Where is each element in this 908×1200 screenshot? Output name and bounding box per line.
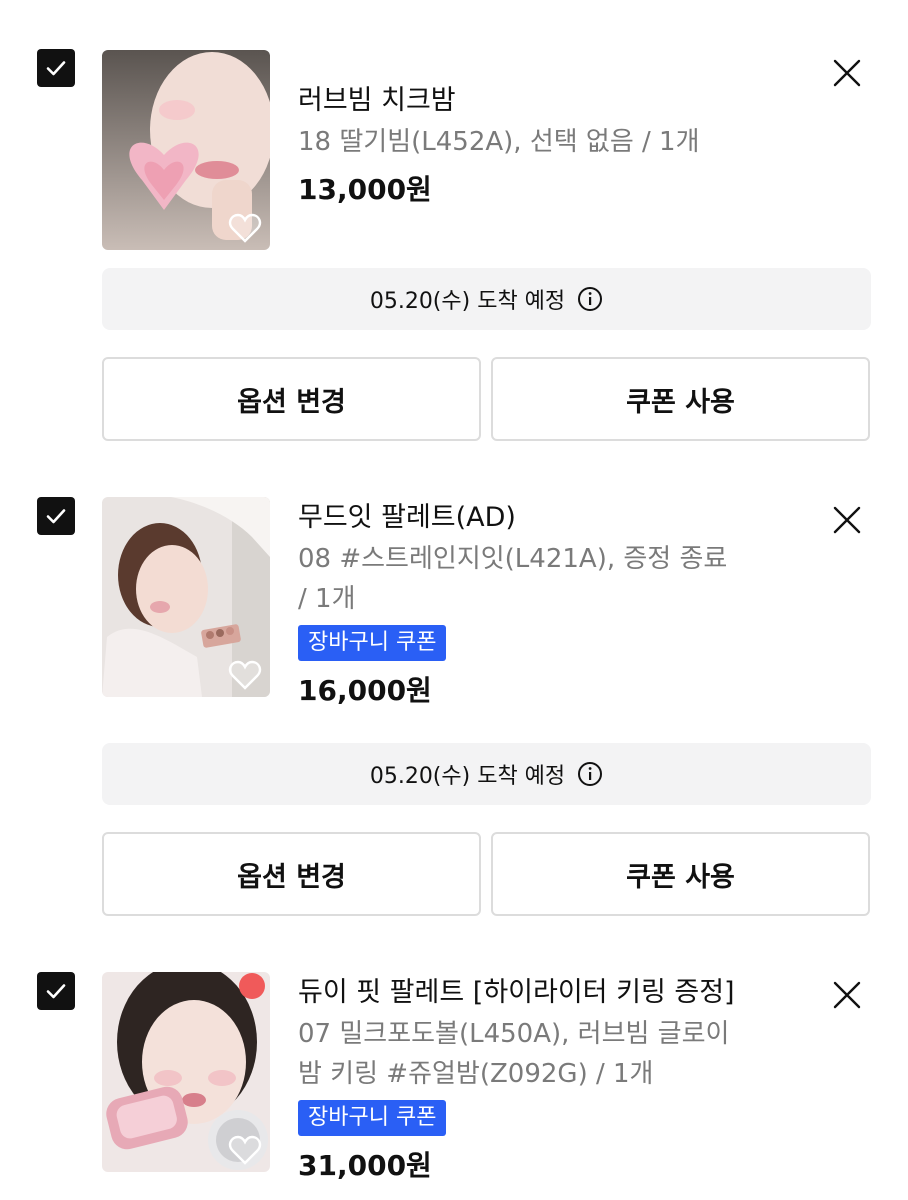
product-price: 13,000원 (298, 173, 432, 206)
delivery-text: 05.20(수) 도착 예정 (369, 764, 566, 789)
product-image[interactable] (102, 497, 270, 697)
product-name[interactable]: 무드잇 팔레트(AD) (298, 501, 768, 535)
heart-icon[interactable] (228, 212, 262, 244)
checkmark-icon (46, 509, 66, 524)
use-coupon-button[interactable]: 쿠폰 사용 (491, 357, 870, 441)
product-price: 16,000원 (298, 674, 432, 707)
delivery-text: 05.20(수) 도착 예정 (369, 289, 566, 314)
close-icon[interactable] (832, 505, 862, 535)
close-icon[interactable] (832, 58, 862, 88)
close-icon[interactable] (832, 980, 862, 1010)
cart-coupon-badge: 장바구니 쿠폰 (298, 1100, 447, 1136)
heart-icon[interactable] (228, 659, 262, 691)
checkmark-icon (46, 61, 66, 76)
product-option: 18 딸기빔(L452A), 선택 없음 / 1개 (298, 127, 700, 157)
product-name[interactable]: 듀이 핏 팔레트 [하이라이터 키링 증정] (298, 976, 768, 1010)
product-info: 무드잇 팔레트(AD) 08 #스트레인지잇(L421A), 증정 종료 / 1… (298, 501, 768, 711)
delivery-estimate: 05.20(수) 도착 예정 (102, 268, 871, 330)
change-option-button[interactable]: 옵션 변경 (102, 357, 481, 441)
change-option-button[interactable]: 옵션 변경 (102, 832, 481, 916)
item-checkbox[interactable] (37, 972, 75, 1010)
item-checkbox[interactable] (37, 497, 75, 535)
delivery-estimate: 05.20(수) 도착 예정 (102, 743, 871, 805)
product-option-cont: 밤 키링 #쥬얼밤(Z092G) / 1개 (298, 1059, 654, 1089)
heart-icon[interactable] (228, 1134, 262, 1166)
checkmark-icon (46, 984, 66, 999)
product-option-cont: / 1개 (298, 584, 356, 614)
info-icon[interactable] (577, 761, 603, 787)
cart-coupon-badge: 장바구니 쿠폰 (298, 625, 447, 661)
product-option: 07 밀크포도볼(L450A), 러브빔 글로이 (298, 1019, 730, 1049)
info-icon[interactable] (577, 286, 603, 312)
product-option: 08 #스트레인지잇(L421A), 증정 종료 (298, 544, 728, 574)
product-image[interactable] (102, 972, 270, 1172)
product-info: 듀이 핏 팔레트 [하이라이터 키링 증정] 07 밀크포도볼(L450A), … (298, 976, 768, 1186)
use-coupon-button[interactable]: 쿠폰 사용 (491, 832, 870, 916)
item-checkbox[interactable] (37, 49, 75, 87)
product-info: 러브빔 치크밤 18 딸기빔(L452A), 선택 없음 / 1개 13,000… (298, 84, 768, 210)
product-price: 31,000원 (298, 1149, 432, 1182)
product-image[interactable] (102, 50, 270, 250)
product-name[interactable]: 러브빔 치크밤 (298, 84, 768, 118)
